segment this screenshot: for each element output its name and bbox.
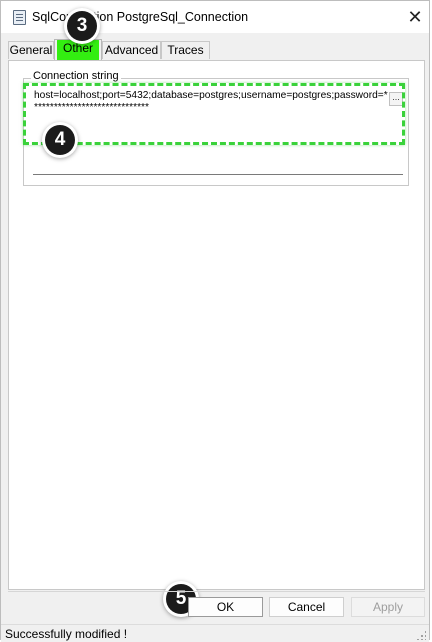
tab-other[interactable]: Other	[54, 39, 102, 61]
connection-string-group: Connection string host=localhost;port=54…	[23, 70, 409, 186]
step-badge-4: 4	[45, 125, 75, 155]
cancel-button[interactable]: Cancel	[269, 597, 344, 617]
footer-separator	[8, 591, 425, 592]
title-bar: SqlConnection PostgreSql_Connection ✕	[1, 1, 429, 33]
browse-button[interactable]: ...	[389, 92, 403, 106]
apply-button[interactable]: Apply	[351, 597, 425, 617]
tab-general[interactable]: General	[8, 41, 54, 59]
status-message: Successfully modified !	[5, 627, 128, 641]
window-title: SqlConnection PostgreSql_Connection	[32, 10, 249, 24]
ok-button[interactable]: OK	[188, 597, 263, 617]
status-bar: Successfully modified !	[1, 624, 429, 642]
connection-string-label: Connection string	[31, 70, 121, 82]
tab-traces[interactable]: Traces	[161, 41, 210, 59]
resize-grip-icon[interactable]	[416, 630, 426, 640]
tab-advanced[interactable]: Advanced	[102, 41, 161, 59]
dialog-window: SqlConnection PostgreSql_Connection ✕ Ge…	[0, 0, 430, 642]
step-badge-3: 3	[67, 11, 97, 41]
document-icon	[13, 10, 26, 25]
connection-string-value: host=localhost;port=5432;database=postgr…	[34, 90, 388, 113]
connection-string-field[interactable]: host=localhost;port=5432;database=postgr…	[33, 89, 403, 175]
close-icon[interactable]: ✕	[405, 8, 425, 26]
